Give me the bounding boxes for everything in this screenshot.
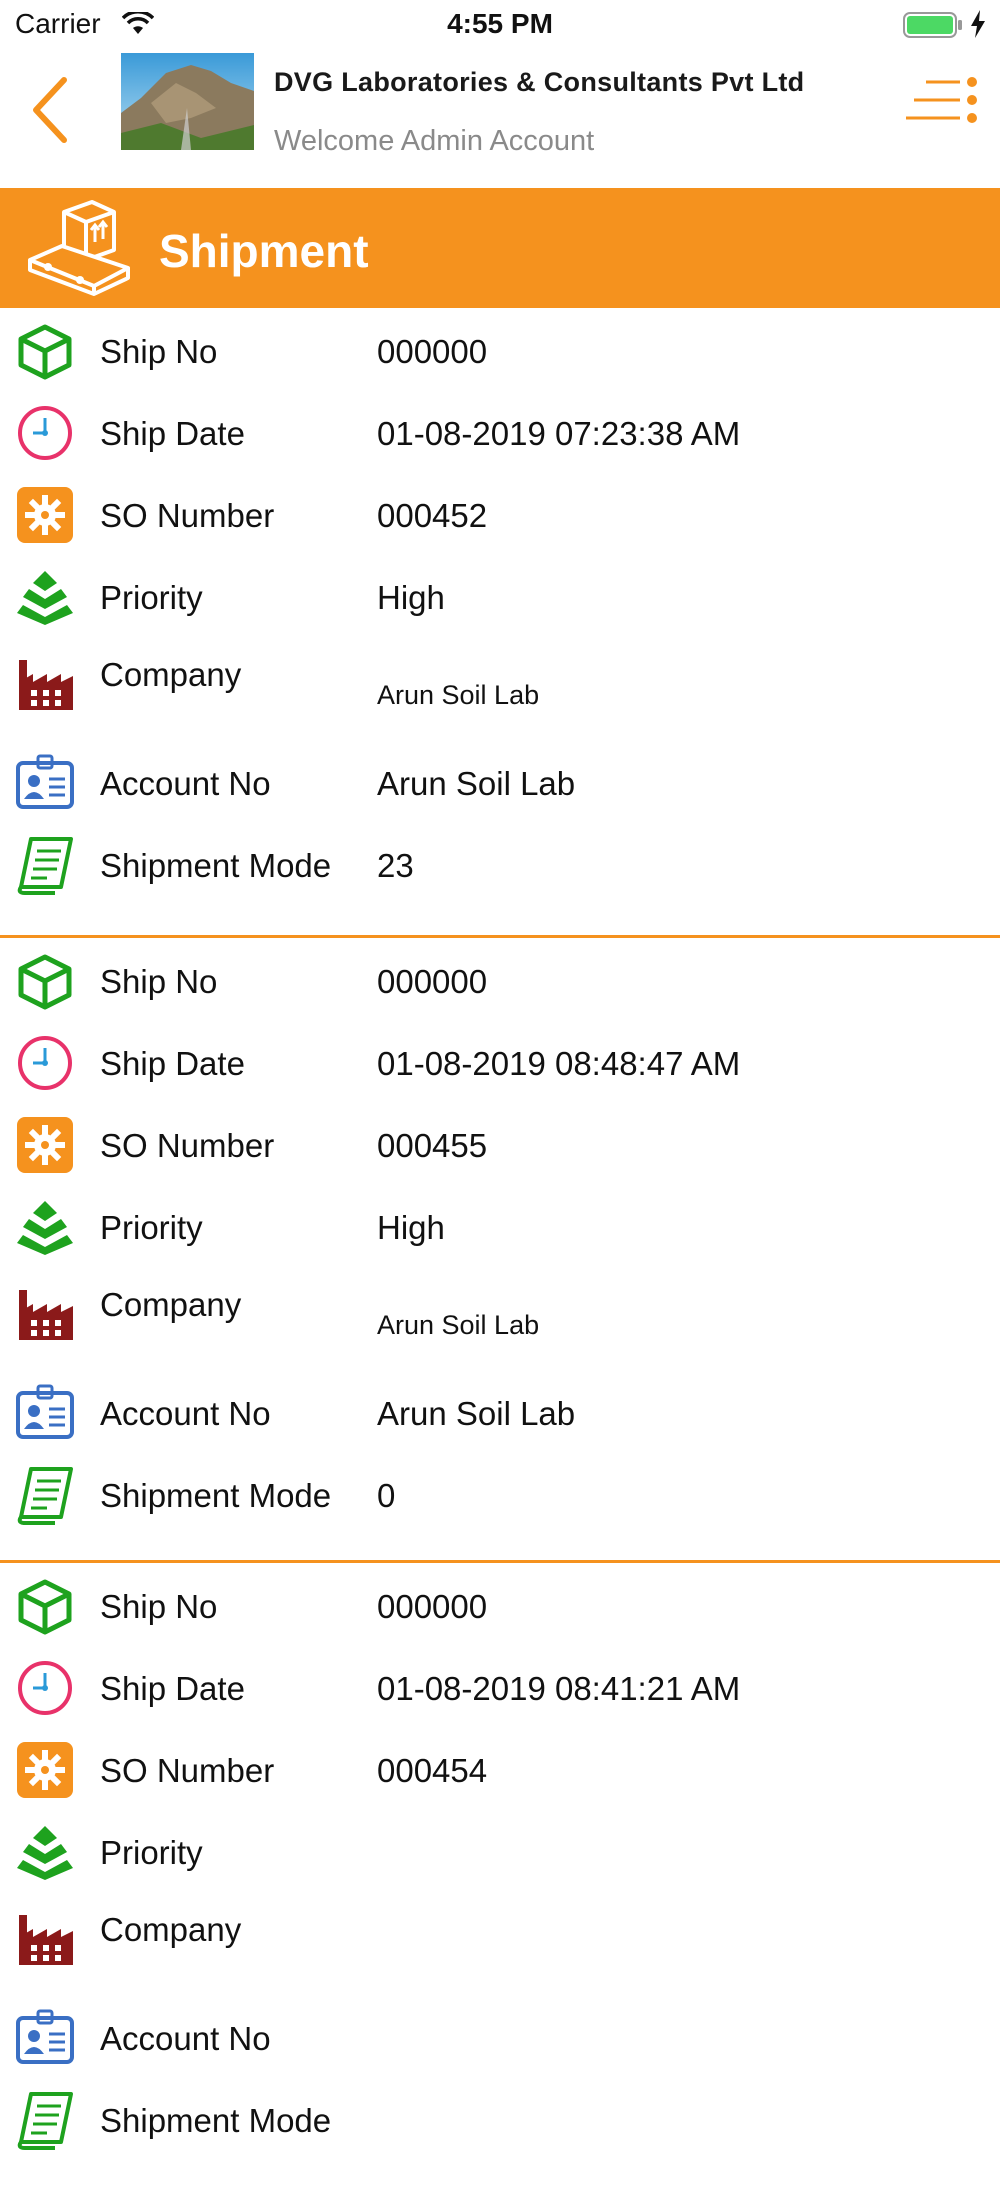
account-no-row: Account No bbox=[0, 1995, 1000, 2077]
page-banner: Shipment bbox=[0, 188, 1000, 308]
shipment-mode-row: Shipment Mode 0 bbox=[0, 1452, 1000, 1534]
ship-date-label: Ship Date bbox=[100, 1670, 245, 1707]
company-value: Arun Soil Lab bbox=[377, 680, 540, 710]
so-number-label: SO Number bbox=[100, 1127, 275, 1164]
ship-no-value: 000000 bbox=[377, 333, 488, 370]
priority-label: Priority bbox=[100, 1209, 203, 1246]
ship-no-row: Ship No 000000 bbox=[0, 938, 1000, 1020]
ship-no-box-icon bbox=[18, 954, 72, 1010]
so-number-gear-icon bbox=[17, 1117, 73, 1173]
so-number-row: SO Number 000454 bbox=[0, 1727, 1000, 1809]
chevron-left-icon bbox=[33, 77, 67, 143]
shipment-mode-receipt-icon bbox=[17, 837, 73, 895]
page-title: Shipment bbox=[159, 225, 369, 277]
priority-value: High bbox=[377, 579, 445, 616]
company-row: Company Arun Soil Lab bbox=[0, 1266, 1000, 1370]
status-bar: Carrier 4:55 PM bbox=[0, 0, 1000, 50]
shipment-mode-label: Shipment Mode bbox=[100, 1477, 332, 1514]
account-no-row: Account No Arun Soil Lab bbox=[0, 1370, 1000, 1452]
shipment-card[interactable]: Ship No 000000 Ship Date 01-08-2019 07:2… bbox=[0, 308, 1000, 935]
priority-row: Priority High bbox=[0, 554, 1000, 636]
priority-label: Priority bbox=[100, 1834, 203, 1871]
company-row: Company bbox=[0, 1891, 1000, 1995]
ship-no-label: Ship No bbox=[100, 1588, 218, 1625]
account-no-id-card-icon bbox=[16, 1384, 74, 1439]
ship-no-value: 000000 bbox=[377, 1588, 488, 1625]
menu-icon bbox=[906, 77, 977, 123]
shipment-mode-receipt-icon bbox=[17, 2092, 73, 2150]
company-factory-icon bbox=[19, 1290, 73, 1340]
ship-date-clock-icon bbox=[18, 406, 72, 460]
battery-icon bbox=[903, 12, 962, 38]
company-logo-image bbox=[121, 53, 254, 150]
app-header: DVG Laboratories & Consultants Pvt Ltd W… bbox=[0, 50, 1000, 188]
ship-no-row: Ship No 000000 bbox=[0, 308, 1000, 390]
company-label: Company bbox=[100, 1286, 242, 1323]
company-value: Arun Soil Lab bbox=[377, 1310, 540, 1340]
account-no-value: Arun Soil Lab bbox=[377, 1395, 576, 1432]
menu-button[interactable] bbox=[904, 76, 984, 136]
welcome-text: Welcome Admin Account bbox=[274, 125, 595, 157]
account-no-label: Account No bbox=[100, 2020, 271, 2057]
shipment-pallet-icon bbox=[28, 200, 130, 296]
shipment-mode-row: Shipment Mode 23 bbox=[0, 822, 1000, 904]
so-number-label: SO Number bbox=[100, 497, 275, 534]
ship-date-value: 01-08-2019 07:23:38 AM bbox=[377, 415, 741, 452]
account-no-id-card-icon bbox=[16, 2009, 74, 2064]
shipment-mode-label: Shipment Mode bbox=[100, 847, 332, 884]
account-no-label: Account No bbox=[100, 765, 271, 802]
back-button[interactable] bbox=[22, 60, 82, 150]
company-factory-icon bbox=[19, 660, 73, 710]
account-no-label: Account No bbox=[100, 1395, 271, 1432]
so-number-row: SO Number 000455 bbox=[0, 1102, 1000, 1184]
charging-bolt-icon bbox=[971, 10, 985, 38]
ship-date-row: Ship Date 01-08-2019 07:23:38 AM bbox=[0, 390, 1000, 472]
so-number-gear-icon bbox=[17, 487, 73, 543]
ship-date-label: Ship Date bbox=[100, 1045, 245, 1082]
shipment-mode-value: 23 bbox=[377, 847, 414, 884]
shipment-mode-label: Shipment Mode bbox=[100, 2102, 332, 2139]
clock-time: 4:55 PM bbox=[447, 8, 553, 39]
company-factory-icon bbox=[19, 1915, 73, 1965]
company-label: Company bbox=[100, 656, 242, 693]
company-label: Company bbox=[100, 1911, 242, 1948]
shipment-mode-row: Shipment Mode bbox=[0, 2077, 1000, 2159]
ship-no-box-icon bbox=[18, 1579, 72, 1635]
company-row: Company Arun Soil Lab bbox=[0, 636, 1000, 740]
shipment-mode-receipt-icon bbox=[17, 1467, 73, 1525]
so-number-value: 000454 bbox=[377, 1752, 488, 1789]
ship-date-value: 01-08-2019 08:48:47 AM bbox=[377, 1045, 741, 1082]
account-no-row: Account No Arun Soil Lab bbox=[0, 740, 1000, 822]
priority-layers-icon bbox=[17, 1201, 73, 1255]
account-no-id-card-icon bbox=[16, 754, 74, 809]
ship-date-value: 01-08-2019 08:41:21 AM bbox=[377, 1670, 741, 1707]
account-no-value: Arun Soil Lab bbox=[377, 765, 576, 802]
so-number-label: SO Number bbox=[100, 1752, 275, 1789]
ship-no-row: Ship No 000000 bbox=[0, 1563, 1000, 1645]
ship-date-clock-icon bbox=[18, 1661, 72, 1715]
ship-date-row: Ship Date 01-08-2019 08:41:21 AM bbox=[0, 1645, 1000, 1727]
shipment-card[interactable]: Ship No 000000 Ship Date 01-08-2019 08:4… bbox=[0, 935, 1000, 1560]
so-number-value: 000455 bbox=[377, 1127, 488, 1164]
priority-layers-icon bbox=[17, 1826, 73, 1880]
priority-value: High bbox=[377, 1209, 445, 1246]
so-number-gear-icon bbox=[17, 1742, 73, 1798]
company-name: DVG Laboratories & Consultants Pvt Ltd bbox=[274, 67, 805, 97]
priority-row: Priority bbox=[0, 1809, 1000, 1891]
shipment-card[interactable]: Ship No 000000 Ship Date 01-08-2019 08:4… bbox=[0, 1560, 1000, 2185]
shipment-mode-value: 0 bbox=[377, 1477, 396, 1514]
ship-date-clock-icon bbox=[18, 1036, 72, 1090]
priority-layers-icon bbox=[17, 571, 73, 625]
ship-no-label: Ship No bbox=[100, 333, 218, 370]
priority-row: Priority High bbox=[0, 1184, 1000, 1266]
shipment-list: Ship No 000000 Ship Date 01-08-2019 07:2… bbox=[0, 308, 1000, 2185]
so-number-value: 000452 bbox=[377, 497, 488, 534]
ship-no-label: Ship No bbox=[100, 963, 218, 1000]
ship-no-box-icon bbox=[18, 324, 72, 380]
ship-no-value: 000000 bbox=[377, 963, 488, 1000]
priority-label: Priority bbox=[100, 579, 203, 616]
so-number-row: SO Number 000452 bbox=[0, 472, 1000, 554]
ship-date-label: Ship Date bbox=[100, 415, 245, 452]
ship-date-row: Ship Date 01-08-2019 08:48:47 AM bbox=[0, 1020, 1000, 1102]
